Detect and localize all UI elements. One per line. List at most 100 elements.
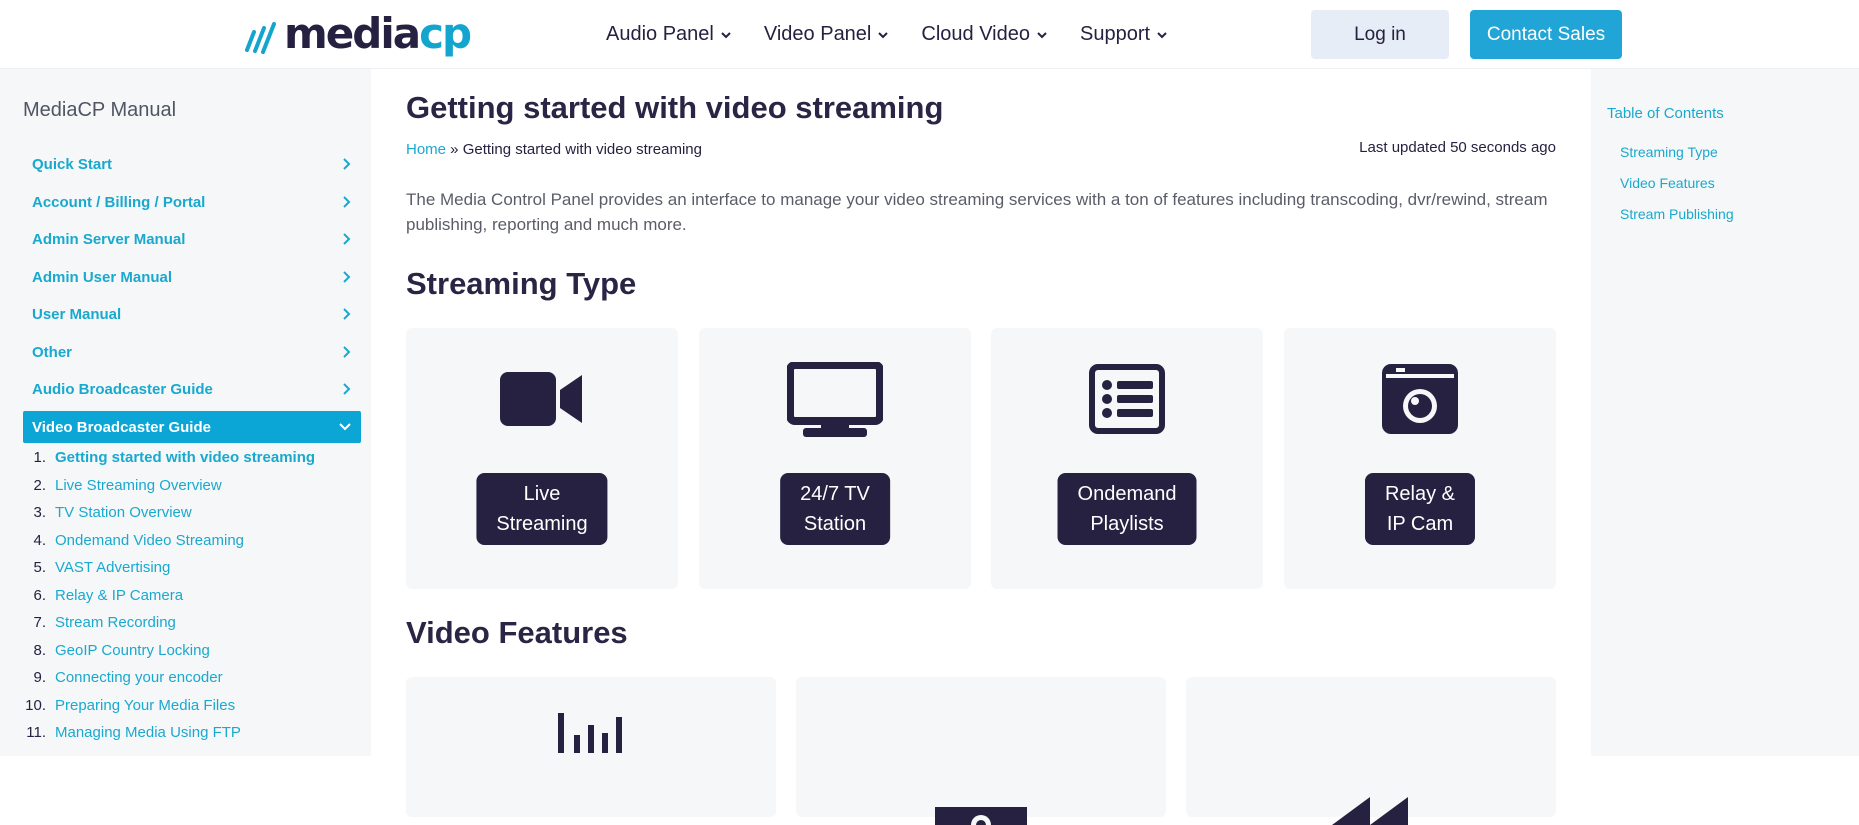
- sub-item-media-files[interactable]: 10. Preparing Your Media Files: [23, 697, 235, 714]
- intro-paragraph: The Media Control Panel provides an inte…: [406, 190, 1548, 234]
- card-label-line2: Streaming: [496, 513, 588, 535]
- sub-item-number: 9.: [33, 669, 46, 686]
- sub-item-label: VAST Advertising: [55, 559, 171, 576]
- rewind-icon: [1332, 797, 1408, 825]
- chevron-right-icon: [343, 271, 351, 283]
- table-of-contents: Table of Contents Streaming Type Video F…: [1591, 69, 1859, 756]
- nav-label: Audio Panel: [606, 23, 714, 45]
- sub-item-number: 8.: [33, 642, 46, 659]
- breadcrumb-home-link[interactable]: Home: [406, 141, 446, 158]
- nav-audio-panel[interactable]: Audio Panel: [606, 23, 732, 46]
- feature-card-monetization[interactable]: [796, 677, 1166, 825]
- sub-item-number: 2.: [33, 477, 46, 494]
- card-label-line2: Station: [803, 513, 867, 535]
- card-label-line1: Live: [523, 483, 561, 505]
- sub-item-number: 11.: [26, 724, 46, 741]
- last-updated: Last updated 50 seconds ago: [1359, 139, 1556, 156]
- login-button[interactable]: Log in: [1311, 10, 1449, 59]
- sidebar-item-other[interactable]: Other: [23, 336, 361, 368]
- chevron-right-icon: [343, 158, 351, 170]
- card-label-line2: IP Cam: [1386, 513, 1454, 535]
- sub-item-label: Connecting your encoder: [55, 669, 223, 686]
- sub-item-recording[interactable]: 7. Stream Recording: [23, 614, 175, 631]
- streaming-card-tv[interactable]: 24/7 TV Station: [699, 328, 971, 589]
- chevron-right-icon: [343, 308, 351, 320]
- list-icon: [1089, 364, 1165, 434]
- feature-card-analytics[interactable]: [406, 677, 776, 817]
- main-nav: Audio Panel Video Panel Cloud Video Supp…: [606, 0, 1200, 69]
- streaming-card-label: Ondemand Playlists: [1057, 473, 1197, 545]
- logo-waves-icon: [245, 22, 276, 54]
- sub-item-label: Getting started with video streaming: [55, 449, 316, 466]
- breadcrumb: Home » Getting started with video stream…: [406, 141, 702, 158]
- sub-item-encoder[interactable]: 9. Connecting your encoder: [23, 669, 223, 686]
- streaming-type-heading: Streaming Type: [406, 266, 637, 301]
- nav-support[interactable]: Support: [1080, 23, 1168, 46]
- sub-item-tv-station[interactable]: 3. TV Station Overview: [23, 504, 191, 521]
- sub-item-relay-ip[interactable]: 6. Relay & IP Camera: [23, 587, 183, 604]
- streaming-card-live[interactable]: Live Streaming: [406, 328, 678, 589]
- logo-text-cp: cp: [419, 9, 472, 58]
- sub-item-getting-started[interactable]: 1. Getting started with video streaming: [23, 449, 315, 466]
- page-title: Getting started with video streaming: [406, 90, 944, 125]
- sub-item-ftp[interactable]: 11. Managing Media Using FTP: [23, 724, 241, 741]
- chart-bars-icon: [558, 713, 622, 753]
- sidebar-item-video-broadcaster[interactable]: Video Broadcaster Guide: [23, 411, 361, 443]
- chevron-down-icon: [1157, 31, 1167, 38]
- chevron-down-icon: [339, 423, 351, 431]
- contact-sales-button[interactable]: Contact Sales: [1470, 10, 1622, 59]
- sub-item-number: 3.: [33, 504, 46, 521]
- sub-item-live-streaming[interactable]: 2. Live Streaming Overview: [23, 477, 221, 494]
- nav-cloud-video[interactable]: Cloud Video: [921, 23, 1048, 46]
- manual-sidebar: MediaCP Manual Quick Start Account / Bil…: [0, 69, 371, 756]
- site-header: mediacp Audio Panel Video Panel Cloud Vi…: [0, 0, 1859, 69]
- sidebar-item-label: Admin Server Manual: [32, 230, 186, 248]
- mediacp-logo[interactable]: mediacp: [244, 9, 472, 58]
- sidebar-item-audio-broadcaster[interactable]: Audio Broadcaster Guide: [23, 373, 361, 405]
- sidebar-item-account-billing[interactable]: Account / Billing / Portal: [23, 186, 361, 218]
- breadcrumb-separator: »: [446, 141, 463, 158]
- tv-icon: [787, 362, 883, 437]
- sub-item-label: Managing Media Using FTP: [55, 724, 241, 741]
- toc-item-streaming-type[interactable]: Streaming Type: [1620, 144, 1718, 160]
- streaming-card-ondemand[interactable]: Ondemand Playlists: [991, 328, 1263, 589]
- sidebar-title: MediaCP Manual: [23, 99, 177, 121]
- sidebar-item-label: Admin User Manual: [32, 268, 173, 286]
- streaming-card-relay[interactable]: Relay & IP Cam: [1284, 328, 1556, 589]
- video-features-heading: Video Features: [406, 615, 628, 650]
- chevron-down-icon: [1037, 31, 1047, 38]
- nav-label: Video Panel: [763, 23, 872, 45]
- chevron-right-icon: [343, 233, 351, 245]
- toc-item-video-features[interactable]: Video Features: [1620, 175, 1715, 191]
- sub-item-number: 6.: [33, 587, 46, 604]
- sub-item-geoip[interactable]: 8. GeoIP Country Locking: [23, 642, 209, 659]
- streaming-card-label: Relay & IP Cam: [1364, 473, 1476, 545]
- toc-title: Table of Contents: [1607, 105, 1724, 122]
- sub-item-number: 10.: [25, 697, 46, 714]
- sub-item-label: Preparing Your Media Files: [55, 697, 236, 714]
- streaming-card-label: 24/7 TV Station: [780, 473, 890, 545]
- card-label-line1: Relay &: [1384, 483, 1456, 505]
- logo-text-media: media: [284, 9, 421, 58]
- chevron-down-icon: [878, 31, 889, 38]
- feature-card-rewind[interactable]: [1186, 677, 1556, 825]
- sub-item-ondemand[interactable]: 4. Ondemand Video Streaming: [23, 532, 244, 549]
- breadcrumb-current: Getting started with video streaming: [462, 141, 702, 158]
- sidebar-item-admin-server[interactable]: Admin Server Manual: [23, 223, 361, 255]
- sidebar-item-user-manual[interactable]: User Manual: [23, 298, 361, 330]
- sub-item-label: Ondemand Video Streaming: [55, 532, 245, 549]
- video-camera-icon: [500, 372, 582, 426]
- sidebar-item-label: User Manual: [32, 305, 122, 323]
- sidebar-item-label: Audio Broadcaster Guide: [32, 380, 213, 398]
- nav-video-panel[interactable]: Video Panel: [764, 23, 890, 46]
- chevron-right-icon: [343, 383, 351, 395]
- sidebar-item-admin-user[interactable]: Admin User Manual: [23, 261, 361, 293]
- sub-item-number: 1.: [33, 449, 46, 466]
- sidebar-item-quick-start[interactable]: Quick Start: [23, 148, 361, 180]
- sub-item-vast[interactable]: 5. VAST Advertising: [23, 559, 170, 576]
- toc-item-stream-publishing[interactable]: Stream Publishing: [1620, 206, 1734, 222]
- camera-icon: [1382, 364, 1458, 434]
- chevron-right-icon: [343, 346, 351, 358]
- card-label-line2: Playlists: [1090, 513, 1164, 535]
- sidebar-item-label: Other: [32, 343, 73, 361]
